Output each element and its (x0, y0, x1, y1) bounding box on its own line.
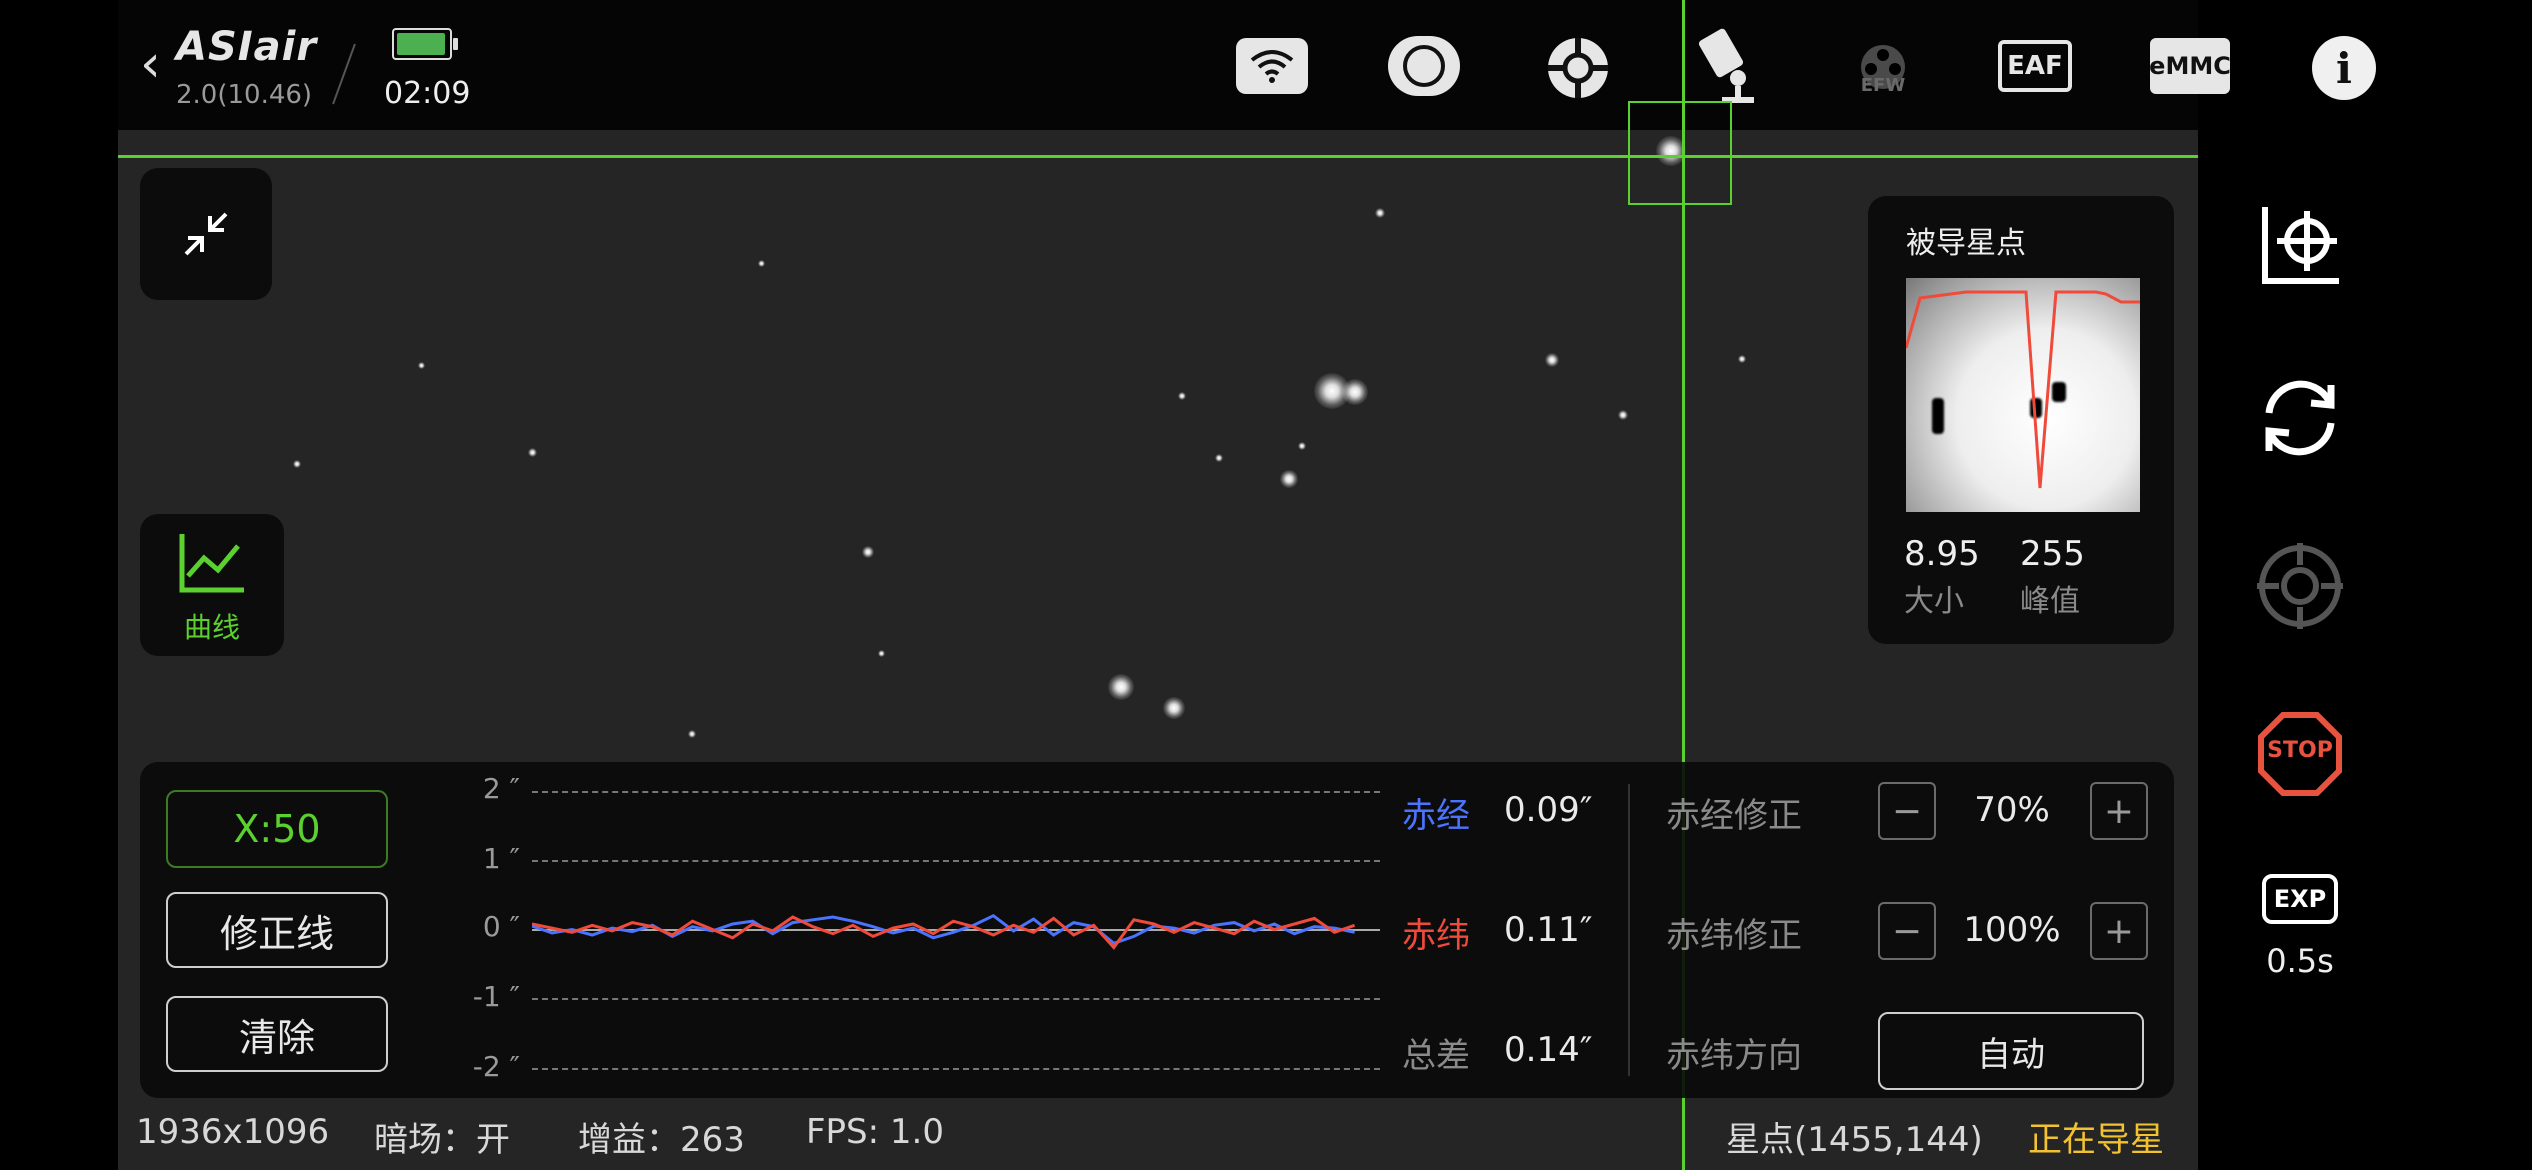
efw-icon[interactable]: EFW (1846, 28, 1920, 106)
star (1342, 379, 1368, 405)
x-scale-button[interactable]: X:50 (166, 790, 388, 868)
dark-frame-label: 暗场：开 (374, 1120, 510, 1160)
battery-icon (392, 28, 458, 60)
guide-graph-panel: X:50 修正线 清除 2 ″ 1 ″ 0 ″ -1 ″ -2 ″ 赤经 0.0… (140, 762, 2174, 1098)
exp-label: EXP (2273, 885, 2327, 913)
ra-correction-minus[interactable]: − (1878, 782, 1936, 840)
guide-scope-icon[interactable] (1544, 34, 1612, 102)
star (1215, 454, 1223, 462)
ra-correction-label: 赤经修正 (1666, 796, 1802, 836)
dec-label: 赤纬 (1402, 916, 1470, 956)
back-icon[interactable]: ‹ (140, 34, 161, 94)
star (293, 460, 301, 468)
y-label-2: 2 ″ (482, 772, 520, 805)
curve-label: 曲线 (183, 611, 240, 644)
curve-button[interactable]: 曲线 (140, 514, 284, 656)
dec-direction-label: 赤纬方向 (1666, 1036, 1802, 1076)
top-bar: ‹ ASIair 2.0(10.46) 02:09 EFW EAF eMMC i (118, 0, 2376, 130)
wifi-icon[interactable] (1236, 38, 1308, 94)
star (1108, 674, 1134, 700)
efw-label: EFW (1860, 74, 1906, 96)
star-peak-label: 峰值 (2020, 584, 2080, 619)
star (758, 260, 765, 267)
telescope-mount-icon[interactable] (1696, 28, 1770, 106)
app-logo: ASIair (176, 24, 318, 70)
eaf-label: EAF (2007, 51, 2063, 81)
correction-line-button[interactable]: 修正线 (166, 892, 388, 968)
guiding-status: 正在导星 (2028, 1120, 2164, 1160)
ra-value: 0.09″ (1504, 790, 1593, 830)
star (528, 448, 537, 457)
fps-label: FPS: 1.0 (806, 1112, 944, 1152)
star-profile-image (1906, 278, 2140, 512)
clear-button[interactable]: 清除 (166, 996, 388, 1072)
y-label-1: 1 ″ (482, 842, 520, 875)
dec-value: 0.11″ (1504, 910, 1593, 950)
emmc-label: eMMC (2149, 52, 2231, 80)
ra-label: 赤经 (1402, 796, 1470, 836)
star (1375, 208, 1385, 218)
ra-correction-plus[interactable]: + (2090, 782, 2148, 840)
guide-target-button[interactable] (2250, 536, 2350, 636)
total-label: 总差 (1402, 1036, 1470, 1076)
stop-label: STOP (2267, 738, 2333, 763)
divider (332, 43, 356, 105)
star-profile-panel: 被导星点 8.95 大小 255 峰值 (1868, 196, 2174, 644)
calibration-button[interactable] (2250, 196, 2350, 296)
info-icon[interactable]: i (2312, 36, 2376, 100)
crosshair-horizontal (118, 155, 2198, 158)
calibration-icon (2262, 207, 2339, 284)
collapse-button[interactable] (140, 168, 272, 300)
total-value: 0.14″ (1504, 1030, 1593, 1070)
grid-line (532, 1068, 1380, 1070)
info-label: i (2336, 43, 2352, 93)
star (1280, 470, 1298, 488)
guide-star-box (1628, 101, 1732, 205)
y-label-m2: -2 ″ (472, 1050, 520, 1083)
eaf-icon[interactable]: EAF (1998, 40, 2072, 92)
stop-button[interactable]: STOP (2250, 704, 2350, 804)
star (1545, 353, 1559, 367)
collapse-icon (184, 212, 228, 256)
exposure-button[interactable]: EXP (2262, 874, 2338, 924)
ra-correction-value: 70% (1974, 790, 2050, 830)
version-label: 2.0(10.46) (176, 80, 313, 110)
y-label-0: 0 ″ (482, 910, 520, 943)
star (878, 650, 885, 657)
guide-graph (532, 913, 1356, 950)
exposure-value: 0.5s (2266, 942, 2334, 980)
refresh-icon (2265, 380, 2335, 456)
dec-direction-select[interactable]: 自动 (1878, 1012, 2144, 1090)
loop-button[interactable] (2250, 368, 2350, 468)
emmc-icon[interactable]: eMMC (2149, 38, 2231, 94)
star (1178, 392, 1186, 400)
star-panel-title: 被导星点 (1906, 226, 2026, 261)
star-peak-value: 255 (2020, 534, 2085, 574)
star (418, 362, 425, 369)
dec-correction-plus[interactable]: + (2090, 902, 2148, 960)
star (1738, 355, 1746, 363)
resolution-label: 1936x1096 (136, 1112, 330, 1152)
star-profile-curve (1906, 290, 2140, 489)
dec-correction-value: 100% (1963, 910, 2061, 950)
star (1618, 410, 1628, 420)
star-size-label: 大小 (1904, 584, 1964, 619)
dec-correction-minus[interactable]: − (1878, 902, 1936, 960)
time-label: 02:09 (384, 76, 471, 111)
y-label-m1: -1 ″ (472, 980, 520, 1013)
star-size-value: 8.95 (1904, 534, 1980, 574)
curve-icon (179, 534, 244, 593)
target-icon (2257, 543, 2343, 629)
gain-label: 增益：263 (578, 1120, 745, 1160)
star (862, 546, 874, 558)
star (688, 730, 696, 738)
star (1298, 442, 1306, 450)
divider (1628, 784, 1630, 1076)
camera-icon[interactable] (1388, 36, 1460, 96)
dec-correction-label: 赤纬修正 (1666, 916, 1802, 956)
star-position-label: 星点(1455,144) (1726, 1120, 1983, 1160)
star (1163, 697, 1185, 719)
